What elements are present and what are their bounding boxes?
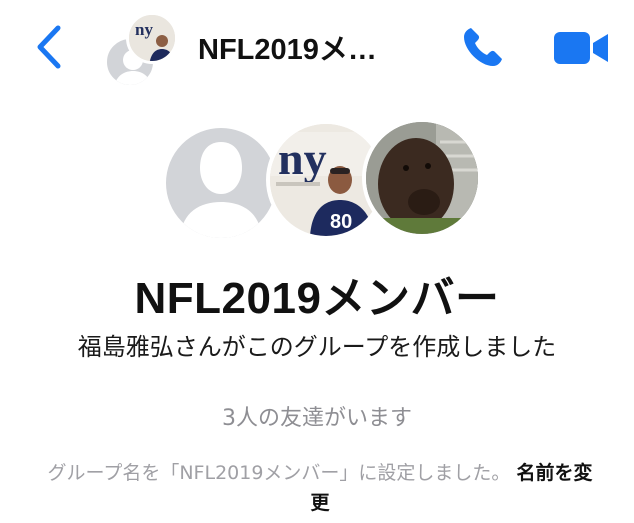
phone-icon [464, 28, 502, 66]
group-created-message: 福島雅弘さんがこのグループを作成しました [77, 333, 557, 361]
video-camera-icon [554, 32, 608, 64]
conversation-title[interactable]: NFL2019メ… [198, 26, 418, 68]
friends-count: 3人の友達がいます [222, 406, 412, 431]
back-button[interactable] [28, 22, 72, 72]
conversation-header: ny NFL2019メ… [0, 0, 634, 96]
video-call-button[interactable] [552, 30, 612, 66]
group-renamed-message: グループ名を「NFL2019メンバー」に設定しました。 名前を変更 [40, 458, 600, 518]
member-avatar-placeholder [162, 124, 280, 242]
header-group-avatar[interactable]: ny [100, 12, 180, 88]
svg-text:ny: ny [135, 20, 153, 39]
svg-text:ny: ny [278, 133, 327, 184]
renamed-text: グループ名を「NFL2019メンバー」に設定しました。 [47, 462, 511, 484]
member-avatar-photo: ny [126, 12, 178, 64]
voice-call-button[interactable] [458, 22, 508, 72]
member-avatar-dog-photo [362, 118, 482, 238]
group-name: NFL2019メンバー [134, 274, 500, 323]
chevron-left-icon [37, 25, 61, 69]
group-avatar-cluster[interactable]: ny 80 [160, 118, 482, 242]
svg-text:80: 80 [330, 211, 352, 233]
